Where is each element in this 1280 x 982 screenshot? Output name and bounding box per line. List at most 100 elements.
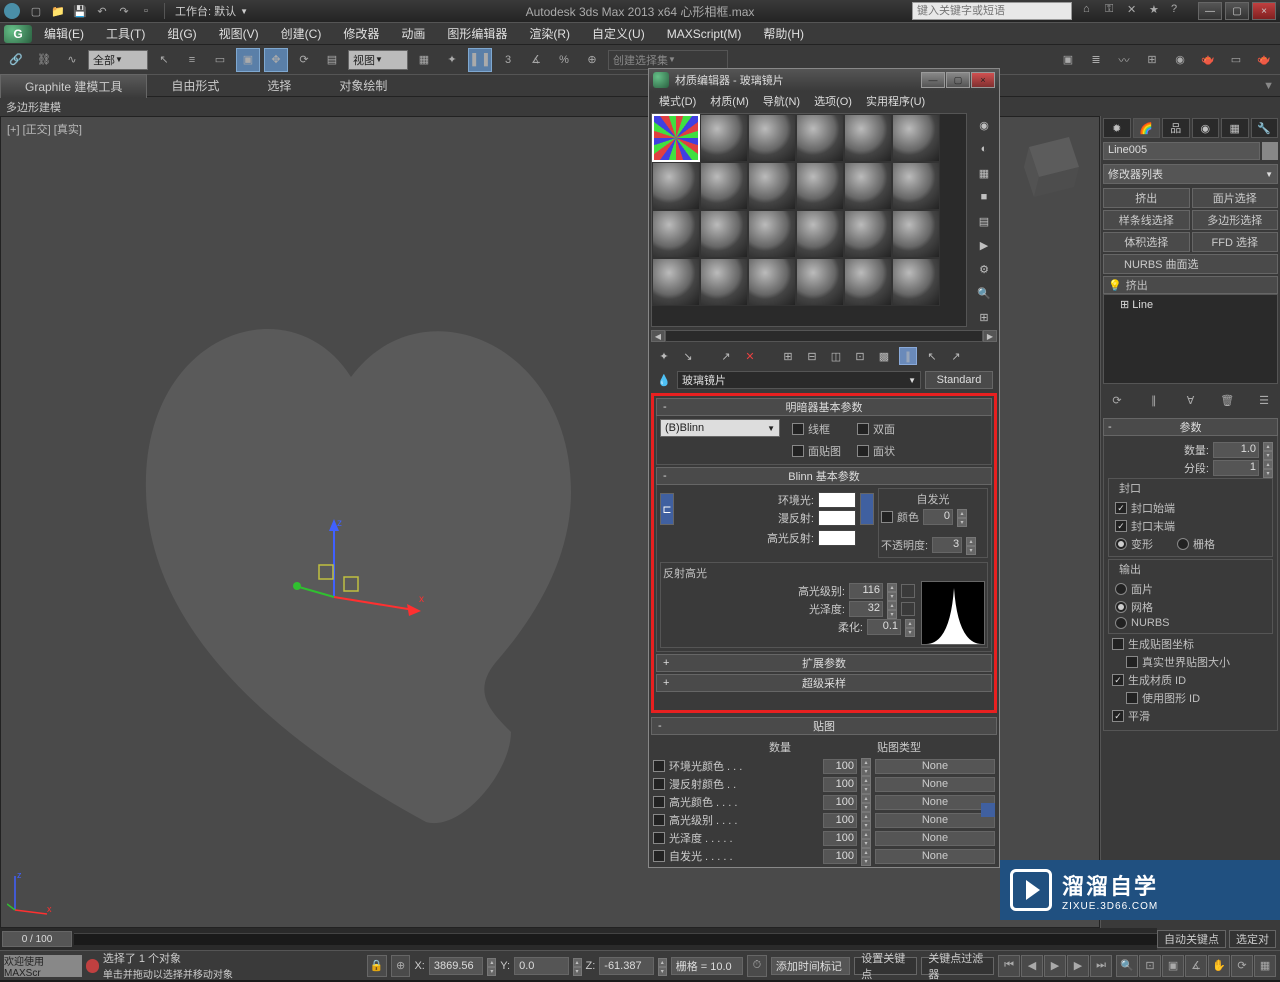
menu-view[interactable]: 视图(V)	[209, 22, 269, 45]
specular-swatch[interactable]	[818, 530, 856, 546]
facemap-check[interactable]	[792, 445, 804, 457]
soften-spinner[interactable]: ▴▾	[905, 619, 915, 635]
unlink-icon[interactable]: ⛓	[32, 48, 56, 72]
autokey-button[interactable]: 自动关键点	[1157, 930, 1226, 948]
menu-edit[interactable]: 编辑(E)	[34, 22, 94, 45]
material-type-button[interactable]: Standard	[925, 371, 993, 389]
ambient-swatch[interactable]	[818, 492, 856, 508]
object-name-field[interactable]: Line005	[1103, 142, 1260, 160]
scroll-left-icon[interactable]: ◀	[651, 330, 665, 342]
angle-snap-icon[interactable]: ∡	[524, 48, 548, 72]
gloss-spinner[interactable]: ▴▾	[887, 601, 897, 617]
shader-dropdown[interactable]: (B)Blinn▼	[660, 419, 780, 437]
stack-base-object[interactable]: ⊞ Line	[1108, 297, 1273, 312]
mod-btn-splinesel[interactable]: 样条线选择	[1103, 210, 1190, 230]
coord-toggle-icon[interactable]: ⊕	[391, 955, 411, 977]
map-slot-button[interactable]: None	[875, 759, 995, 774]
link-icon[interactable]: 🔗	[4, 48, 28, 72]
sample-slot[interactable]	[892, 258, 940, 306]
me-menu-material[interactable]: 材质(M)	[704, 91, 755, 111]
menu-rendering[interactable]: 渲染(R)	[519, 22, 580, 45]
rollout-supersample-header[interactable]: +超级采样	[656, 674, 992, 692]
select-icon[interactable]: ↖	[152, 48, 176, 72]
sample-slot[interactable]	[748, 162, 796, 210]
select-by-mat-icon[interactable]: 🔍	[974, 283, 994, 303]
map-amount-field[interactable]: 100	[823, 831, 857, 846]
map-amount-field[interactable]: 100	[823, 795, 857, 810]
me-menu-navigation[interactable]: 导航(N)	[757, 91, 806, 111]
mod-btn-ffdsel[interactable]: FFD 选择	[1192, 232, 1279, 252]
minimize-button[interactable]: —	[1198, 2, 1222, 20]
pick-material-icon[interactable]: 💧	[655, 371, 673, 389]
remove-mod-icon[interactable]: 🗑	[1215, 388, 1239, 412]
rollout-params-header[interactable]: -参数	[1103, 418, 1278, 436]
refcoord-dropdown[interactable]: 视图▼	[348, 50, 408, 70]
map-enable-check[interactable]	[653, 850, 665, 862]
play-icon[interactable]: ▶	[1044, 955, 1066, 977]
map-enable-check[interactable]	[653, 760, 665, 772]
app-orb[interactable]: G	[4, 25, 32, 43]
sample-slot[interactable]	[892, 210, 940, 258]
close-button[interactable]: ×	[1252, 2, 1276, 20]
material-name-field[interactable]: 玻璃镜片▼	[677, 371, 921, 389]
maximize-viewport-icon[interactable]: ▦	[1254, 955, 1276, 977]
sample-slot[interactable]	[748, 114, 796, 162]
matmap-nav-icon[interactable]: ⊞	[974, 307, 994, 327]
exchange-icon[interactable]: ✕	[1127, 3, 1143, 19]
ribbon-tab-graphite[interactable]: Graphite 建模工具	[0, 74, 147, 98]
scroll-track[interactable]	[665, 330, 983, 342]
sample-slot[interactable]	[844, 258, 892, 306]
fov-icon[interactable]: ∡	[1185, 955, 1207, 977]
sample-slot[interactable]	[652, 210, 700, 258]
tab-utilities[interactable]: 🔧	[1251, 118, 1279, 138]
time-ruler[interactable]	[74, 933, 1280, 945]
mod-btn-extrude[interactable]: 挤出	[1103, 188, 1190, 208]
show-end-result-icon[interactable]: ∥	[899, 347, 917, 365]
selfillum-field[interactable]: 0	[923, 509, 953, 525]
map-amount-spinner[interactable]: ▴▾	[861, 776, 871, 792]
y-coord-field[interactable]: 0.0	[514, 957, 569, 975]
prev-frame-icon[interactable]: ◀	[1021, 955, 1043, 977]
mirror-icon[interactable]: ▌▐	[468, 48, 492, 72]
project-icon[interactable]: ▫	[138, 3, 154, 19]
map-amount-field[interactable]: 100	[823, 849, 857, 864]
sample-slot[interactable]	[844, 210, 892, 258]
selection-filter[interactable]: 全部▼	[88, 50, 148, 70]
maps-lock-icon[interactable]	[981, 803, 995, 817]
me-menu-mode[interactable]: 模式(D)	[653, 91, 702, 111]
genmap-check[interactable]	[1112, 638, 1124, 650]
y-spinner[interactable]: ▴▾	[573, 958, 582, 974]
orbit-icon[interactable]: ⟳	[1231, 955, 1253, 977]
redo-icon[interactable]: ↷	[116, 3, 132, 19]
ribbon-tab-selection[interactable]: 选择	[243, 74, 315, 97]
sample-slot[interactable]	[796, 258, 844, 306]
show-end-icon[interactable]: ∥	[1142, 388, 1166, 412]
assign-selection-icon[interactable]: ↗	[717, 347, 735, 365]
lock-selection-icon[interactable]: 🔒	[367, 955, 387, 977]
lock-diffuse-spec[interactable]	[860, 493, 874, 525]
z-coord-field[interactable]: -61.387	[599, 957, 654, 975]
map-amount-spinner[interactable]: ▴▾	[861, 794, 871, 810]
open-icon[interactable]: 📁	[50, 3, 66, 19]
me-titlebar[interactable]: 材质编辑器 - 玻璃镜片 — ▢ ×	[649, 69, 999, 91]
rollout-blinn-header[interactable]: -Blinn 基本参数	[656, 467, 992, 485]
timetag-field[interactable]: 添加时间标记	[771, 957, 850, 975]
map-amount-field[interactable]: 100	[823, 777, 857, 792]
menu-tools[interactable]: 工具(T)	[96, 22, 155, 45]
map-amount-field[interactable]: 100	[823, 759, 857, 774]
me-menu-utilities[interactable]: 实用程序(U)	[860, 91, 931, 111]
me-maximize-button[interactable]: ▢	[946, 72, 970, 88]
sample-slot[interactable]	[796, 114, 844, 162]
menu-grapheditors[interactable]: 图形编辑器	[437, 22, 517, 45]
soften-field[interactable]: 0.1	[867, 619, 901, 635]
video-check-icon[interactable]: ▤	[974, 211, 994, 231]
mesh-radio[interactable]	[1115, 601, 1127, 613]
scale-icon[interactable]: ▤	[320, 48, 344, 72]
realworld-check[interactable]	[1126, 656, 1138, 668]
curve-editor-icon[interactable]: 〰	[1112, 48, 1136, 72]
mod-btn-nurbs[interactable]: NURBS 曲面选	[1103, 254, 1278, 274]
tab-create[interactable]: ✹	[1103, 118, 1131, 138]
map-slot-button[interactable]: None	[875, 849, 995, 864]
pin-stack-icon[interactable]: ⟳	[1105, 388, 1129, 412]
amount-field[interactable]: 1.0	[1213, 442, 1259, 458]
